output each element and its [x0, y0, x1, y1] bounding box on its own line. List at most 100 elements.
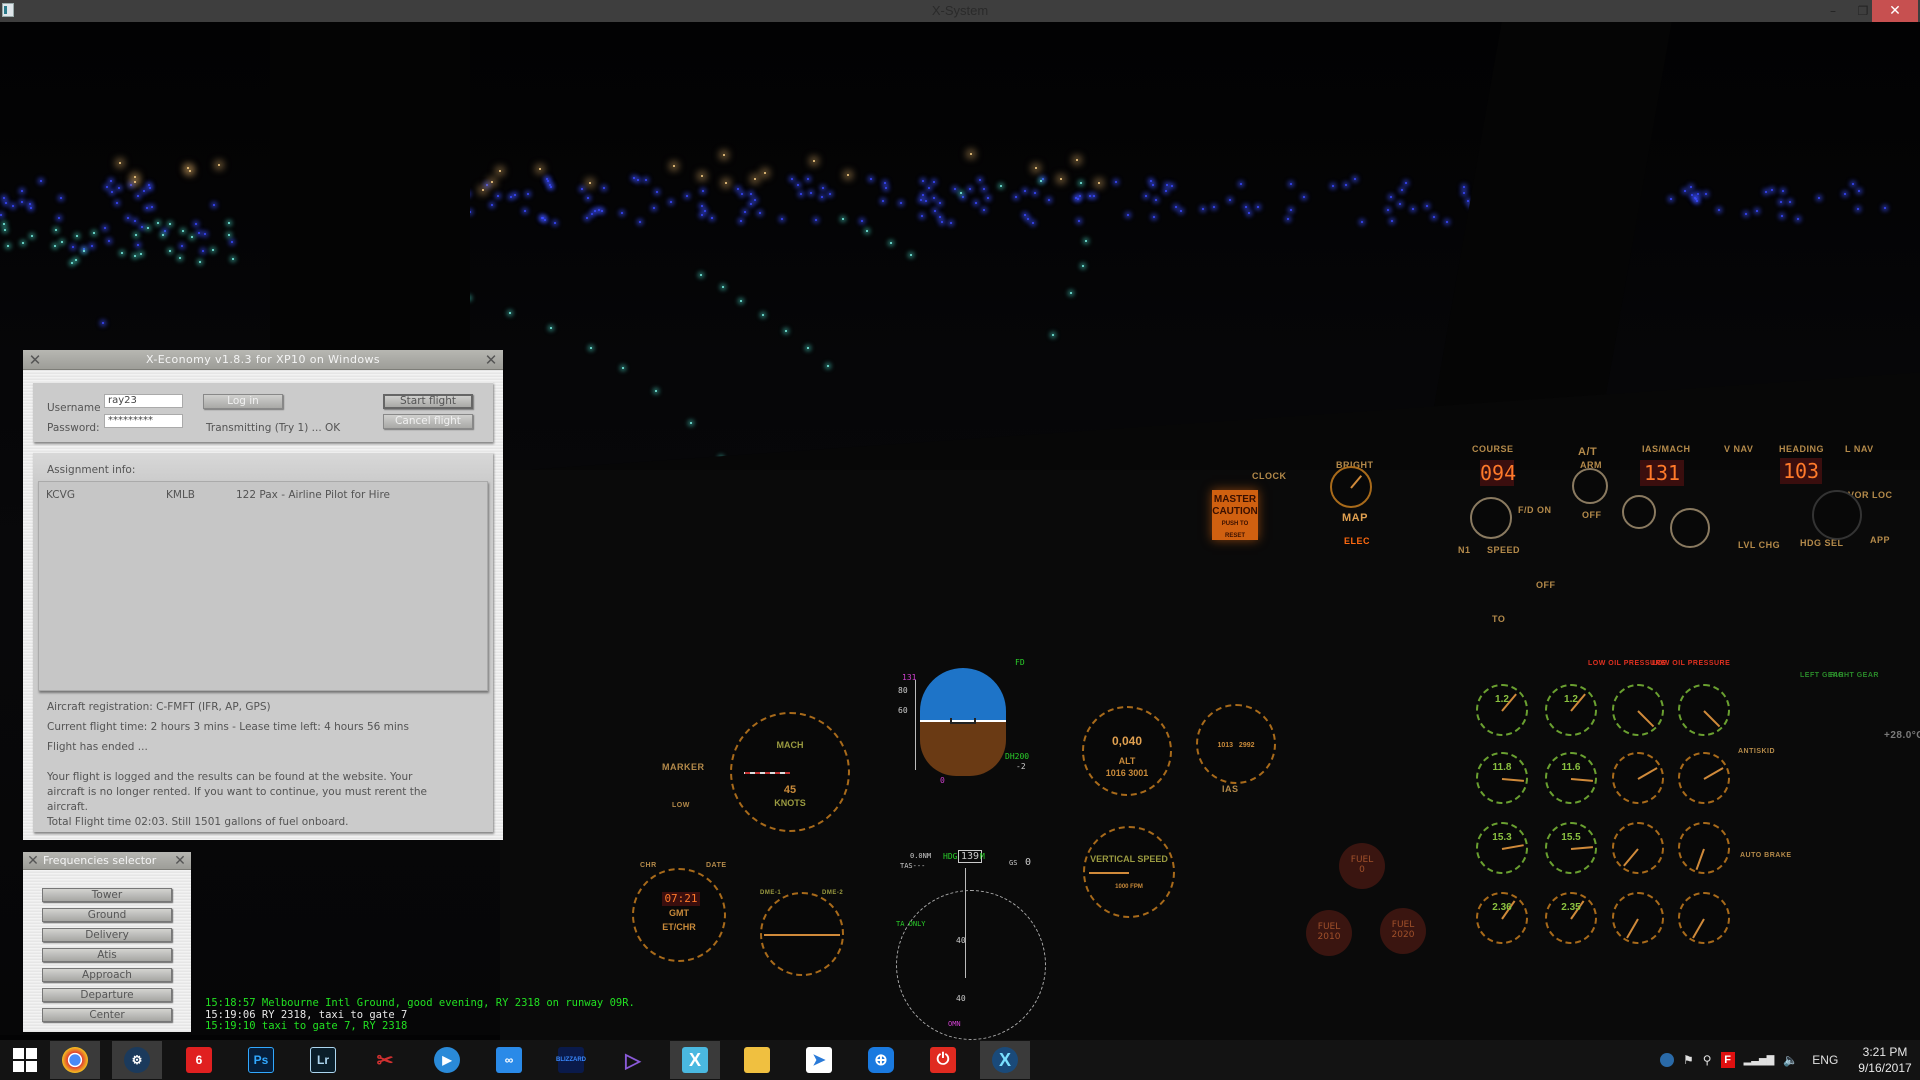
taskbar-app-visual-studio[interactable]: ▷	[608, 1041, 658, 1079]
chrome-icon	[62, 1047, 88, 1073]
close-button[interactable]: ✕	[1872, 0, 1918, 22]
signal-icon[interactable]: ▂▃▅▇	[1744, 1055, 1775, 1066]
altimeter-readout: 0,040	[1111, 734, 1143, 748]
taskbar-app-x-system[interactable]: X	[980, 1041, 1030, 1079]
gauge-needle	[1637, 767, 1658, 780]
taxiway-edge-light	[129, 183, 132, 186]
taxiway-edge-light	[1077, 220, 1080, 223]
taskbar-app-netease-music[interactable]: 6	[174, 1041, 224, 1079]
satellite-icon[interactable]: ⚲	[1703, 1053, 1712, 1067]
taskbar-app-power-app[interactable]: ⏻	[918, 1041, 968, 1079]
frequency-button-ground[interactable]: Ground	[42, 908, 172, 922]
taskbar-app-file-explorer[interactable]	[732, 1041, 782, 1079]
taxiway-centerline-light	[960, 192, 962, 194]
apron-flood-light	[588, 181, 591, 184]
taxiway-edge-light	[1286, 218, 1289, 221]
taskbar-app-lightroom[interactable]: Lr	[298, 1041, 348, 1079]
frequencies-title-bar[interactable]: Frequencies selector	[23, 852, 191, 870]
taskbar-app-blizzard[interactable]: BLIZZARD	[546, 1041, 596, 1079]
frequency-button-delivery[interactable]: Delivery	[42, 928, 172, 942]
taxiway-centerline-light	[1052, 334, 1054, 336]
fd-on-label[interactable]: F/D ON	[1518, 505, 1552, 515]
lvl-chg-label[interactable]: LVL CHG	[1738, 540, 1780, 550]
course-knob[interactable]	[1470, 497, 1512, 539]
taxiway-edge-light	[1705, 193, 1708, 196]
taskbar-app-baidu-cloud[interactable]: ∞	[484, 1041, 534, 1079]
taxiway-edge-light	[140, 226, 143, 229]
taxiway-edge-light	[198, 232, 201, 235]
taskbar-app-x-plane[interactable]: X	[670, 1041, 720, 1079]
frequency-button-departure[interactable]: Departure	[42, 988, 172, 1002]
taskbar-app-media-player[interactable]: ▶	[422, 1041, 472, 1079]
taxiway-edge-light	[136, 243, 139, 246]
at-arm-switch[interactable]	[1572, 468, 1608, 504]
taxiway-edge-light	[1411, 207, 1414, 210]
aircraft-symbol	[950, 718, 976, 724]
vnav-label[interactable]: V NAV	[1724, 444, 1753, 454]
taxiway-centerline-light	[655, 390, 657, 392]
taxiway-edge-light	[1034, 191, 1037, 194]
clock-date-button[interactable]: DATE	[706, 862, 727, 869]
assignment-list[interactable]: KCVG KMLB 122 Pax - Airline Pilot for Hi…	[38, 481, 488, 691]
assignment-row[interactable]: KCVG KMLB 122 Pax - Airline Pilot for Hi…	[38, 481, 488, 501]
app-label[interactable]: APP	[1870, 535, 1890, 545]
speed-label[interactable]: SPEED	[1487, 545, 1520, 555]
frequency-button-tower[interactable]: Tower	[42, 888, 172, 902]
speed-knob[interactable]	[1622, 495, 1656, 529]
clock-label: CLOCK	[1252, 471, 1287, 481]
master-caution-button[interactable]: MASTER CAUTION PUSH TO RESET	[1212, 490, 1258, 540]
taskbar-app-feishu[interactable]: ➤	[794, 1041, 844, 1079]
taxiway-edge-light	[701, 205, 704, 208]
map-brightness-knob[interactable]	[1330, 466, 1372, 508]
volume-icon[interactable]: 🔈	[1783, 1053, 1798, 1067]
steam-tray-icon[interactable]	[1660, 1053, 1674, 1067]
fuel-left-value: 2010	[1317, 932, 1341, 942]
adi-sky	[920, 668, 1006, 720]
taxiway-edge-light	[1780, 214, 1783, 217]
f-app-icon[interactable]: F	[1720, 1052, 1735, 1068]
antiskid-label: ANTISKID	[1738, 748, 1776, 755]
taskbar-clock[interactable]: 3:21 PM 9/16/2017	[1852, 1044, 1918, 1076]
taskbar-app-steam[interactable]: ⚙	[112, 1041, 162, 1079]
window-title-bar[interactable]: X-System – ❐ ✕	[0, 0, 1920, 22]
taskbar-app-photoshop[interactable]: Ps	[236, 1041, 286, 1079]
taskbar-app-start[interactable]	[0, 1041, 50, 1079]
heading-knob[interactable]	[1812, 490, 1862, 540]
fd-off-label[interactable]: OFF	[1536, 580, 1556, 590]
clock-chr-button[interactable]: CHR	[640, 862, 657, 869]
flag-icon[interactable]: ⚑	[1683, 1053, 1694, 1067]
apron-flood-light	[1098, 181, 1101, 184]
language-indicator[interactable]: ENG	[1812, 1053, 1838, 1067]
x-economy-title-bar[interactable]: X-Economy v1.8.3 for XP10 on Windows	[23, 350, 503, 370]
frequencies-close-right-button[interactable]: ✕	[171, 852, 189, 870]
fuel-right-value: 2020	[1391, 930, 1415, 940]
frequency-button-atis[interactable]: Atis	[42, 948, 172, 962]
x-economy-close-right-button[interactable]: ✕	[481, 350, 501, 370]
taxiway-edge-light	[541, 216, 544, 219]
taskbar-app-network-app[interactable]: ⊕	[856, 1041, 906, 1079]
frequency-button-approach[interactable]: Approach	[42, 968, 172, 982]
frequencies-close-left-button[interactable]: ✕	[24, 852, 42, 870]
cancel-flight-button[interactable]: Cancel flight	[383, 414, 473, 429]
username-input[interactable]: ray23	[104, 394, 183, 408]
x-economy-close-left-button[interactable]: ✕	[25, 350, 45, 370]
co-switch[interactable]	[1670, 508, 1710, 548]
lnav-label[interactable]: L NAV	[1845, 444, 1874, 454]
minimize-button[interactable]: –	[1818, 0, 1848, 22]
taskbar-app-chrome[interactable]	[50, 1041, 100, 1079]
gauge-readout: 15.5	[1561, 832, 1581, 843]
log-in-button[interactable]: Log in	[203, 394, 283, 409]
taskbar-app-snipping-tool[interactable]: ✂	[360, 1041, 410, 1079]
taxiway-edge-light	[821, 195, 824, 198]
taxiway-edge-light	[701, 214, 704, 217]
n1-gauge-left: 1.2	[1476, 684, 1528, 736]
altimeter-mb: 1016	[1105, 768, 1126, 778]
map-label: MAP	[1342, 512, 1368, 524]
password-input[interactable]: *********	[104, 414, 183, 428]
taxiway-edge-light	[1390, 195, 1393, 198]
taxiway-edge-light	[586, 196, 589, 199]
start-flight-button[interactable]: Start flight	[383, 394, 473, 409]
gauge-needle	[1626, 918, 1639, 939]
frequency-button-center[interactable]: Center	[42, 1008, 172, 1022]
n1-label[interactable]: N1	[1458, 545, 1471, 555]
